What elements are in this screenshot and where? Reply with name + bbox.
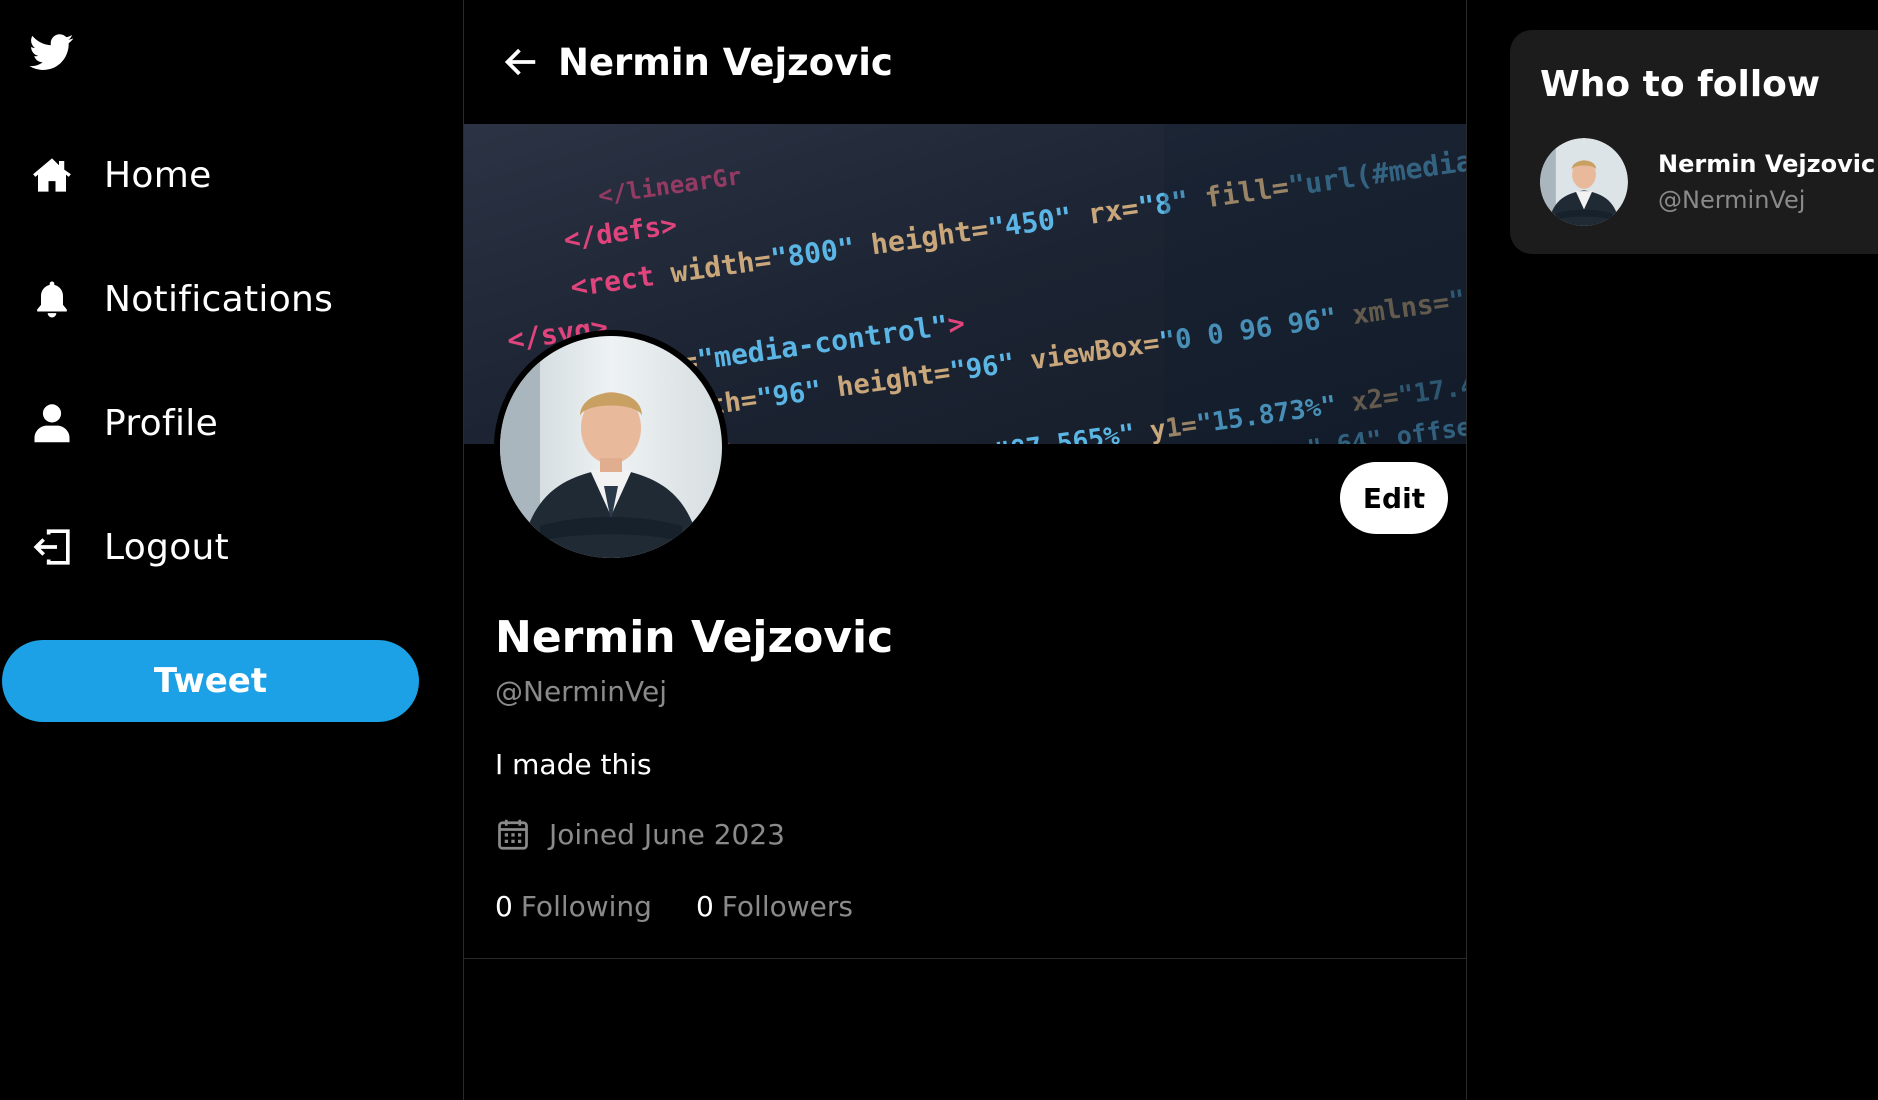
followers-count: 0 — [695, 890, 714, 923]
profile-name: Nermin Vejzovic — [495, 612, 894, 663]
suggested-user-info: Nermin Vejzovic @NerminVej — [1658, 150, 1875, 214]
bell-icon — [30, 277, 74, 321]
profile-bio: I made this — [495, 748, 652, 781]
followers-label: Followers — [721, 890, 853, 923]
home-icon — [30, 153, 74, 197]
tweet-button[interactable]: Tweet — [2, 640, 419, 722]
profile-handle: @NerminVej — [495, 675, 667, 708]
sidebar-item-label: Home — [104, 154, 212, 196]
sidebar-item-notifications[interactable]: Notifications — [30, 264, 430, 334]
divider — [464, 958, 1466, 959]
avatar — [1540, 138, 1628, 226]
user-icon — [30, 401, 74, 445]
twitter-bird-icon[interactable] — [28, 30, 78, 74]
joined-date: Joined June 2023 — [549, 817, 785, 851]
who-to-follow-panel: Who to follow Nermin Vejzovic @NerminVej — [1510, 30, 1878, 254]
page-title: Nermin Vejzovic — [558, 40, 893, 84]
suggested-user[interactable]: Nermin Vejzovic @NerminVej — [1540, 138, 1875, 226]
sidebar-item-logout[interactable]: Logout — [30, 512, 430, 582]
profile-column: Nermin Vejzovic </linearGr </defs> <rect… — [463, 0, 1467, 1100]
sidebar-item-label: Notifications — [104, 278, 334, 320]
sidebar-item-home[interactable]: Home — [30, 140, 430, 210]
calendar-icon — [498, 819, 528, 850]
sidebar: Home Notifications Profile Logout Tweet — [0, 0, 463, 1100]
logout-icon — [30, 525, 74, 569]
profile-stats: 0 Following 0 Followers — [495, 890, 853, 923]
following-link[interactable]: 0 Following — [495, 890, 652, 923]
profile-avatar[interactable] — [494, 330, 728, 564]
profile-joined: Joined June 2023 — [495, 815, 785, 853]
suggested-user-handle: @NerminVej — [1658, 186, 1806, 214]
sidebar-item-label: Profile — [104, 402, 219, 444]
followers-link[interactable]: 0 Followers — [696, 890, 853, 923]
arrow-left-icon[interactable] — [502, 43, 540, 81]
who-to-follow-title: Who to follow — [1540, 64, 1821, 105]
suggested-user-name: Nermin Vejzovic — [1658, 150, 1876, 178]
sidebar-item-profile[interactable]: Profile — [30, 388, 430, 458]
following-count: 0 — [495, 890, 513, 923]
edit-profile-button[interactable]: Edit — [1340, 462, 1448, 534]
following-label: Following — [520, 890, 652, 923]
sidebar-item-label: Logout — [104, 526, 230, 568]
profile-header: Nermin Vejzovic — [464, 0, 1466, 124]
